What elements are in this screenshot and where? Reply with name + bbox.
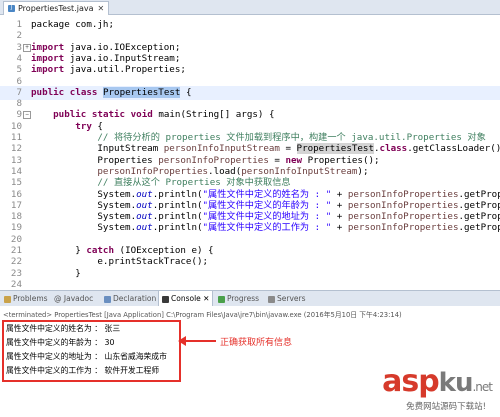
annotation-text: 正确获取所有信息 xyxy=(220,338,293,348)
code-editor[interactable]: 1 package com.jh; 2 3 + import java.io.IOExce… xyxy=(0,15,500,289)
watermark-dotnet: .net xyxy=(472,380,492,394)
close-icon[interactable]: ✕ xyxy=(98,4,105,13)
close-icon[interactable]: ✕ xyxy=(203,294,209,303)
fold-toggle-icon[interactable]: − xyxy=(23,111,31,120)
tab-problems[interactable]: Problems xyxy=(4,291,48,306)
tab-progress[interactable]: Progress xyxy=(218,291,259,306)
watermark-logo: aspku.net xyxy=(382,364,493,399)
servers-icon xyxy=(268,295,275,303)
line-number: 24 xyxy=(10,278,22,289)
tab-problems-label: Problems xyxy=(13,294,48,303)
editor-tab-title: PropertiesTest.java xyxy=(18,4,94,13)
tab-progress-label: Progress xyxy=(227,294,260,303)
console-icon xyxy=(162,295,169,303)
tab-javadoc[interactable]: @ Javadoc xyxy=(54,291,93,306)
console-output-line: 属性文件中定义的年龄为 ： 30 xyxy=(6,338,115,347)
view-tab-bar: Problems @ Javadoc Declaration Console ✕… xyxy=(0,290,500,307)
tab-servers-label: Servers xyxy=(277,294,306,303)
console-output-line: 属性文件中定义的地址为 ： 山东省威海荣成市 xyxy=(6,352,167,361)
watermark-asp: asp xyxy=(382,364,440,399)
editor-tab-propertiestest[interactable]: J PropertiesTest.java ✕ xyxy=(3,1,110,15)
console-panel[interactable]: <terminated> PropertiesTest [Java Applic… xyxy=(0,306,500,417)
tab-servers[interactable]: Servers xyxy=(268,291,306,306)
editor-tab-bar: J PropertiesTest.java ✕ xyxy=(0,0,500,15)
fold-toggle-icon[interactable]: + xyxy=(23,43,31,52)
progress-icon xyxy=(218,295,225,303)
console-output-line: 属性文件中定义的工作为 ： 软件开发工程师 xyxy=(6,366,160,375)
tab-console[interactable]: Console ✕ xyxy=(158,291,214,306)
java-file-icon: J xyxy=(8,5,15,12)
tab-declaration[interactable]: Declaration xyxy=(104,291,156,306)
tab-javadoc-label: @ Javadoc xyxy=(54,294,94,303)
code-line: 24 xyxy=(0,278,500,289)
console-output-line: 属性文件中定义的姓名为 ： 张三 xyxy=(6,324,121,333)
watermark-ku: ku xyxy=(438,368,474,398)
watermark-subtitle: 免费网站源码下载站! xyxy=(406,402,486,412)
tab-console-label: Console xyxy=(171,294,201,303)
console-terminated-line: <terminated> PropertiesTest [Java Applic… xyxy=(3,311,402,319)
problems-icon xyxy=(4,295,11,303)
arrow-line xyxy=(182,340,216,342)
tab-declaration-label: Declaration xyxy=(113,294,157,303)
declaration-icon xyxy=(104,295,111,303)
